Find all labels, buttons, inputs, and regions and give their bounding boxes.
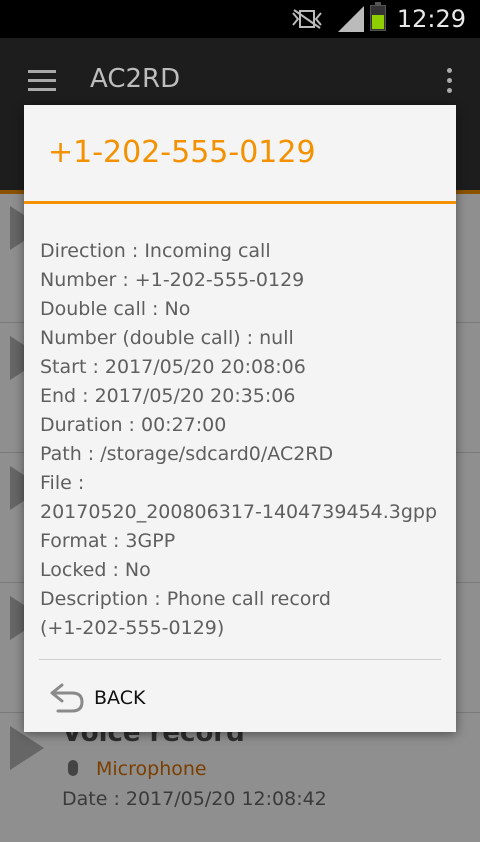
status-bar: 12:29 [0, 0, 480, 38]
details-list: Direction : Incoming call Number : +1-20… [40, 237, 444, 643]
detail-locked: Locked : No [40, 559, 151, 581]
detail-duration: Duration : 00:27:00 [40, 414, 227, 436]
record-details-dialog: +1-202-555-0129 Direction : Incoming cal… [24, 105, 456, 732]
detail-direction: Direction : Incoming call [40, 240, 271, 262]
app-title: AC2RD [90, 64, 181, 94]
detail-number: Number : +1-202-555-0129 [40, 269, 305, 291]
detail-start: Start : 2017/05/20 20:08:06 [40, 356, 306, 378]
muted-vibrate-icon [292, 9, 322, 29]
detail-number-double-call: Number (double call) : null [40, 327, 294, 349]
detail-file-value: 20170520_200806317-1404739454.3gpp [40, 501, 438, 523]
detail-double-call: Double call : No [40, 298, 191, 320]
detail-description-label: Description : Phone call record [40, 588, 331, 610]
overflow-menu-icon[interactable] [447, 68, 452, 98]
play-icon[interactable] [10, 726, 44, 770]
hamburger-menu-icon[interactable] [28, 70, 56, 97]
back-arrow-icon [50, 683, 84, 713]
dialog-divider [39, 659, 441, 660]
microphone-icon [68, 760, 78, 776]
dialog-title: +1-202-555-0129 [48, 135, 316, 170]
battery-icon [370, 2, 386, 31]
detail-file-label: File : [40, 472, 85, 494]
detail-end: End : 2017/05/20 20:35:06 [40, 385, 296, 407]
clock: 12:29 [396, 5, 466, 33]
back-button[interactable]: BACK [40, 675, 200, 721]
list-item-date: Date : 2017/05/20 12:08:42 [62, 788, 327, 810]
signal-icon [338, 6, 364, 32]
title-divider [24, 201, 456, 204]
detail-path: Path : /storage/sdcard0/AC2RD [40, 443, 334, 465]
list-item-source: Microphone [96, 758, 207, 780]
detail-description-value: (+1-202-555-0129) [40, 617, 225, 639]
detail-format: Format : 3GPP [40, 530, 176, 552]
back-button-label: BACK [94, 687, 146, 709]
